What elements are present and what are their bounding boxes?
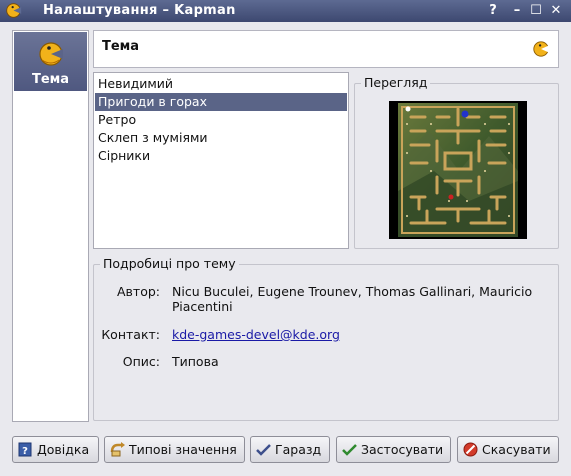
help-question-icon[interactable]: ? [484, 1, 502, 21]
list-item[interactable]: Невидимий [95, 75, 347, 93]
defaults-button[interactable]: Типові значення [104, 436, 245, 463]
help-button[interactable]: ? Довідка [12, 436, 99, 463]
minimize-icon[interactable]: – [508, 1, 526, 21]
apply-button-label: Застосувати [361, 442, 444, 457]
window-title: Налаштування – Kapman [43, 3, 236, 18]
ok-button[interactable]: Гаразд [250, 436, 330, 463]
check-icon [256, 444, 271, 456]
contact-label: Контакт: [101, 327, 160, 342]
list-item[interactable]: Пригоди в горах [95, 93, 347, 111]
page-sidebar: Тема [12, 30, 89, 422]
apply-button[interactable]: Застосувати [336, 436, 451, 463]
page-header: Тема [93, 30, 559, 68]
list-item[interactable]: Сірники [95, 147, 347, 165]
cancel-button[interactable]: Скасувати [457, 436, 559, 463]
kapman-app-icon[interactable] [5, 2, 22, 19]
cancel-icon [463, 442, 478, 457]
contact-link[interactable]: kde-games-devel@kde.org [172, 327, 340, 342]
cancel-button-label: Скасувати [482, 442, 551, 457]
kapman-icon [533, 41, 550, 57]
description-label: Опис: [122, 354, 160, 369]
help-button-label: Довідка [37, 442, 90, 457]
author-label: Автор: [117, 284, 160, 299]
title-bar[interactable]: Налаштування – Kapman ? – ☐ ✕ [0, 0, 571, 22]
description-value: Типова [172, 354, 219, 369]
check-icon [342, 444, 357, 456]
kapman-icon [39, 42, 63, 66]
list-item[interactable]: Склеп з муміями [95, 129, 347, 147]
theme-list[interactable]: Невидимий Пригоди в горах Ретро Склеп з … [93, 72, 349, 249]
details-title: Подробиці про тему [100, 256, 239, 271]
sidebar-item-theme[interactable]: Тема [14, 32, 87, 91]
list-item[interactable]: Ретро [95, 111, 347, 129]
maximize-icon[interactable]: ☐ [527, 1, 545, 21]
defaults-button-label: Типові значення [129, 442, 237, 457]
reset-defaults-icon [110, 442, 125, 457]
preview-title: Перегляд [361, 75, 431, 90]
help-icon: ? [18, 442, 32, 457]
close-icon[interactable]: ✕ [547, 1, 565, 21]
svg-text:?: ? [22, 446, 28, 457]
theme-preview-image [389, 101, 527, 239]
sidebar-item-label: Тема [31, 72, 70, 87]
author-value: Nicu Buculei, Eugene Trounev, Thomas Gal… [172, 284, 533, 314]
ok-button-label: Гаразд [275, 442, 322, 457]
preview-maze-graphic [398, 103, 518, 237]
page-title: Тема [102, 39, 140, 54]
